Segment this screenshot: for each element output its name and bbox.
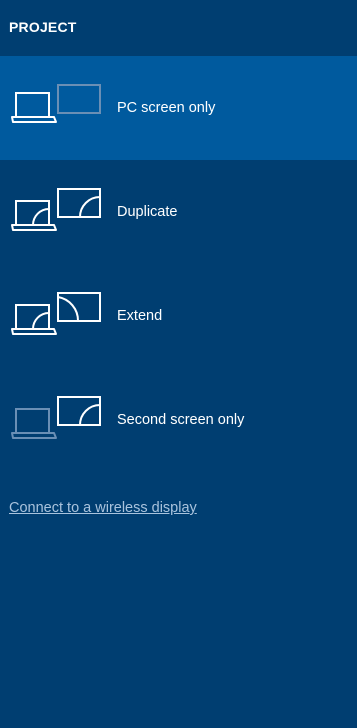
option-second-screen-only[interactable]: Second screen only <box>0 368 357 472</box>
option-pc-screen-only[interactable]: PC screen only <box>0 56 357 160</box>
connect-wireless-display-link[interactable]: Connect to a wireless display <box>9 500 197 516</box>
option-label: PC screen only <box>117 100 216 116</box>
extend-icon <box>10 264 106 368</box>
project-panel: PROJECT PC screen only Duplicate Extend … <box>0 0 357 728</box>
pc-screen-only-icon <box>10 56 106 160</box>
second-screen-only-icon <box>10 368 106 472</box>
option-label: Extend <box>117 308 163 324</box>
panel-title: PROJECT <box>9 19 77 35</box>
option-label: Duplicate <box>117 204 178 220</box>
duplicate-icon <box>10 160 106 264</box>
option-duplicate[interactable]: Duplicate <box>0 160 357 264</box>
option-extend[interactable]: Extend <box>0 264 357 368</box>
option-label: Second screen only <box>117 412 245 428</box>
